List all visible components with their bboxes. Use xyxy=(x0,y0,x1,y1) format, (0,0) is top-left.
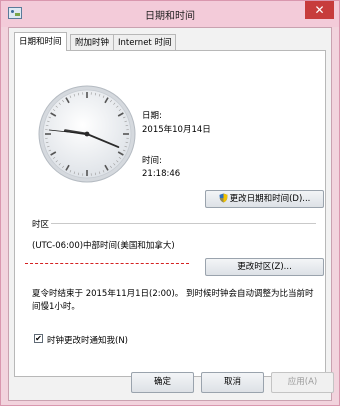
title-bar[interactable]: 日期和时间 ✕ xyxy=(1,1,339,27)
notify-checkbox-label[interactable]: 时钟更改时通知我(N) xyxy=(47,334,128,346)
uac-shield-icon xyxy=(219,193,228,203)
timezone-heading: 时区 xyxy=(32,220,50,230)
date-time-panel: 日期: 2015年10月14日 时间: 21:18:46 更改日期和时间(D).… xyxy=(14,50,326,377)
dst-notice: 夏令时结束于 2015年11月1日(2:00)。 到时候时钟会自动调整为比当前时… xyxy=(32,289,314,312)
window-title: 日期和时间 xyxy=(145,11,195,22)
change-datetime-button[interactable]: 更改日期和时间(D)... xyxy=(205,190,324,208)
dialog-client: 日期和时间 附加时钟 Internet 时间 日期: 2015年10月14日 时… xyxy=(8,27,334,401)
date-value: 2015年10月14日 xyxy=(142,125,211,135)
date-label: 日期: xyxy=(142,111,162,121)
time-value: 21:18:46 xyxy=(142,169,181,179)
tab-date-and-time[interactable]: 日期和时间 xyxy=(14,32,67,51)
red-annotation-dash xyxy=(25,263,189,264)
analog-clock xyxy=(38,85,136,183)
time-label: 时间: xyxy=(142,156,162,166)
date-time-dialog: 日期和时间 ✕ 日期和时间 附加时钟 Internet 时间 日期: 2015年… xyxy=(0,0,340,406)
close-button[interactable]: ✕ xyxy=(305,1,334,19)
timezone-divider xyxy=(51,223,316,224)
timezone-current: (UTC-06:00)中部时间(美国和加拿大) xyxy=(32,241,175,251)
tab-additional-clocks[interactable]: 附加时钟 xyxy=(70,34,115,50)
cancel-button[interactable]: 取消 xyxy=(201,372,264,393)
change-timezone-button[interactable]: 更改时区(Z)... xyxy=(205,258,324,276)
change-datetime-label: 更改日期和时间(D)... xyxy=(229,194,311,204)
ok-button[interactable]: 确定 xyxy=(131,372,194,393)
notify-checkbox[interactable]: ✔ xyxy=(34,334,43,343)
tab-internet-time[interactable]: Internet 时间 xyxy=(113,34,177,50)
apply-button[interactable]: 应用(A) xyxy=(271,372,334,393)
